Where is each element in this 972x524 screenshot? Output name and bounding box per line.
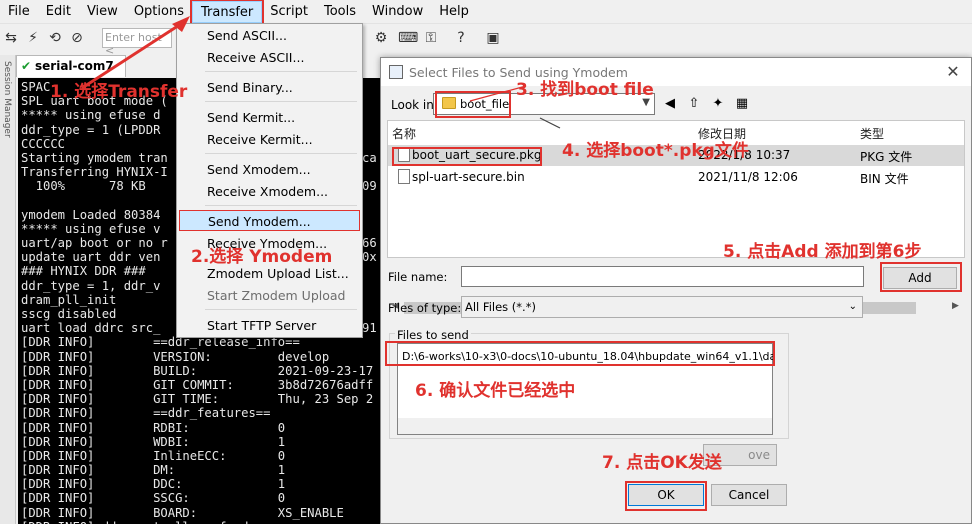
annotation-step3: 3. 找到boot file: [516, 80, 654, 100]
annotation-step5: 5. 点击Add 添加到第6步: [723, 242, 922, 262]
annotation-step1: 1. 选择Transfer: [50, 82, 188, 102]
annotation-step2: 2.选择 Ymodem: [191, 247, 333, 267]
annotation-step6: 6. 确认文件已经选中: [415, 381, 576, 401]
cursor-line: [539, 117, 561, 129]
annotation-step4: 4. 选择boot*.pkg文件: [562, 141, 749, 161]
annotation-step7: 7. 点击OK发送: [602, 453, 722, 473]
